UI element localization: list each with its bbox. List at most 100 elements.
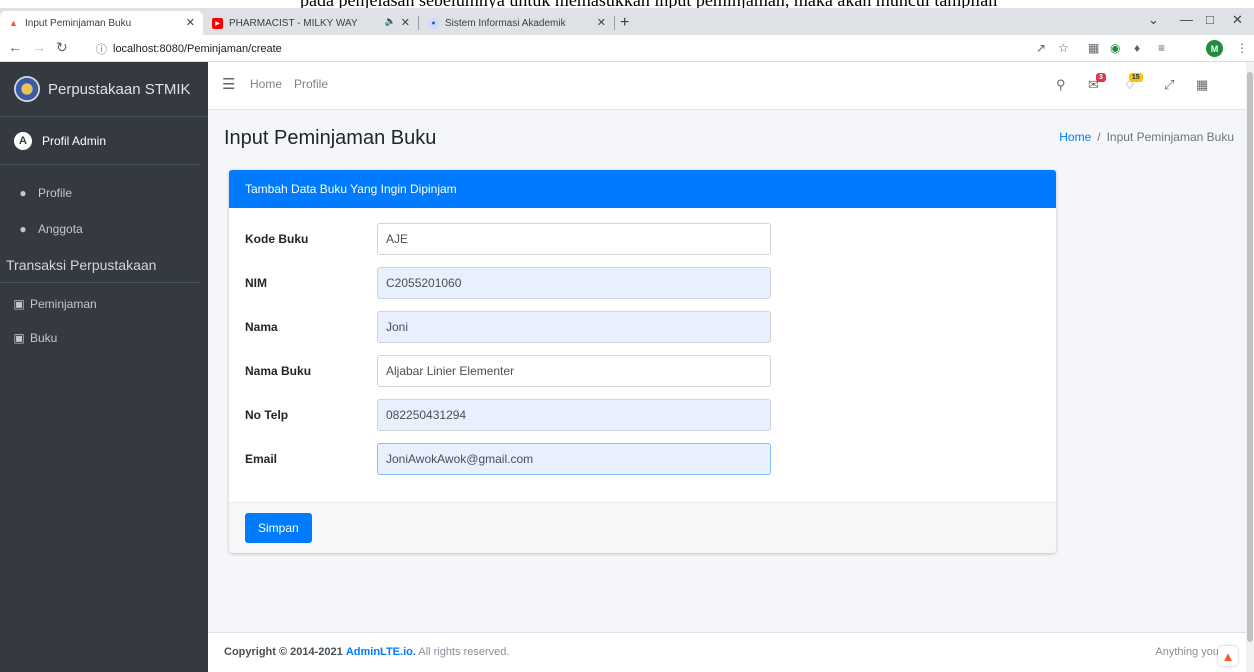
- fullscreen-icon[interactable]: ⤢: [1164, 77, 1174, 93]
- document-overlap-text: pada penjelasan sebelumnya untuk memasuk…: [300, 0, 997, 8]
- tab-pharmacist[interactable]: ▶ PHARMACIST - MILKY WAY 🔈 ✕: [204, 11, 418, 35]
- back-icon[interactable]: ←: [8, 39, 22, 55]
- tab-title: Input Peminjaman Buku: [25, 17, 132, 29]
- tab-separator: [614, 16, 615, 30]
- sidebar-item-profile[interactable]: ● Profile: [0, 175, 208, 211]
- breadcrumb: Home / Input Peminjaman Buku: [1059, 130, 1234, 144]
- copyright-prefix: Copyright © 2014-2021: [224, 646, 343, 658]
- form-group-kode-buku: Kode Buku: [245, 223, 775, 255]
- sidebar-item-label: Profile: [38, 186, 73, 200]
- minimize-icon[interactable]: —: [1180, 12, 1193, 27]
- maximize-icon[interactable]: □: [1206, 12, 1214, 27]
- nama-input[interactable]: [377, 311, 771, 343]
- simpan-button[interactable]: Simpan: [245, 513, 312, 543]
- youtube-icon: ▶: [212, 17, 223, 29]
- user-icon: ●: [19, 222, 27, 236]
- close-icon[interactable]: ✕: [597, 16, 606, 29]
- user-name: Profil Admin: [42, 133, 107, 148]
- user-panel[interactable]: A Profil Admin: [0, 117, 200, 165]
- reading-list-icon[interactable]: ≡: [1158, 41, 1165, 55]
- search-icon[interactable]: ⚲: [1056, 77, 1066, 93]
- notifications-badge: 15: [1128, 73, 1143, 82]
- form-group-nim: NIM: [245, 267, 775, 299]
- sidebar: Perpustakaan STMIK A Profil Admin ● Prof…: [0, 62, 208, 672]
- scrollbar-thumb[interactable]: [1247, 72, 1253, 642]
- close-icon[interactable]: ✕: [186, 16, 195, 29]
- nav-link-profile[interactable]: Profile: [294, 77, 328, 91]
- info-icon[interactable]: ⓘ: [96, 41, 107, 57]
- sidebar-item-buku[interactable]: ▣ Buku: [0, 321, 208, 355]
- document-overlap-strip: pada penjelasan sebelumnya untuk memasuk…: [0, 0, 1254, 8]
- sidebar-nav: ● Profile ● Anggota Transaksi Perpustaka…: [0, 165, 208, 355]
- book-icon: ▣: [13, 297, 25, 311]
- window-close-icon[interactable]: ✕: [1232, 12, 1243, 28]
- close-icon[interactable]: ✕: [401, 16, 410, 29]
- field-label: Email: [245, 452, 278, 466]
- tab-input-peminjaman[interactable]: ▲ Input Peminjaman Buku ✕: [0, 11, 203, 35]
- email-input[interactable]: [377, 443, 771, 475]
- kode-buku-input[interactable]: [377, 223, 771, 255]
- nim-input[interactable]: [377, 267, 771, 299]
- user-icon: ●: [19, 186, 27, 200]
- card-footer: Simpan: [229, 502, 1056, 553]
- page-title: Input Peminjaman Buku: [224, 127, 437, 149]
- tab-separator: [418, 16, 419, 30]
- flame-icon: ▲: [9, 18, 18, 28]
- brand-logo: [14, 76, 40, 102]
- breadcrumb-current: Input Peminjaman Buku: [1106, 130, 1234, 144]
- page-scrollbar[interactable]: [1246, 62, 1254, 672]
- book-icon: ▣: [13, 331, 25, 345]
- chevron-down-icon[interactable]: ⌄: [1148, 12, 1159, 28]
- speaker-icon[interactable]: 🔈: [385, 16, 396, 27]
- hamburger-menu-icon[interactable]: ☰: [222, 75, 235, 93]
- field-label: No Telp: [245, 408, 289, 422]
- grid-icon[interactable]: ▦: [1196, 77, 1208, 93]
- form-group-nama-buku: Nama Buku: [245, 355, 775, 387]
- extension-globe-icon[interactable]: ◉: [1110, 41, 1120, 55]
- bell-icon[interactable]: ♢ 15: [1124, 73, 1143, 93]
- url-text: localhost:8080/Peminjaman/create: [113, 42, 282, 55]
- share-icon[interactable]: ↗: [1036, 41, 1046, 55]
- form-group-no-telp: No Telp: [245, 399, 775, 431]
- nav-link-home[interactable]: Home: [250, 77, 282, 91]
- user-avatar-icon: A: [14, 131, 32, 150]
- sidebar-item-label: Peminjaman: [30, 297, 97, 311]
- url-field[interactable]: ⓘ localhost:8080/Peminjaman/create: [96, 38, 1016, 59]
- card-title: Tambah Data Buku Yang Ingin Dipinjam: [229, 170, 1056, 208]
- profile-avatar[interactable]: M: [1206, 40, 1223, 57]
- address-bar: ← → ↻ ⓘ localhost:8080/Peminjaman/create…: [0, 35, 1254, 62]
- reload-icon[interactable]: ↻: [56, 39, 68, 56]
- flame-icon[interactable]: ▲: [1218, 646, 1238, 666]
- messages-icon[interactable]: ✉ 3: [1088, 73, 1106, 93]
- form-group-nama: Nama: [245, 311, 775, 343]
- adminlte-link[interactable]: AdminLTE.io.: [346, 646, 416, 658]
- sidebar-section-header: Transaksi Perpustakaan: [0, 247, 200, 283]
- form-group-email: Email: [245, 443, 775, 475]
- puzzle-icon[interactable]: ♦: [1134, 41, 1140, 55]
- tab-title: Sistem Informasi Akademik: [445, 17, 566, 29]
- card-body: Kode Buku NIM Nama Nama Buku No Telp Ema…: [229, 208, 1056, 502]
- nama-buku-input[interactable]: [377, 355, 771, 387]
- field-label: Nama Buku: [245, 364, 312, 378]
- menu-dots-icon[interactable]: ⋮: [1236, 41, 1248, 55]
- main-footer: Copyright © 2014-2021 AdminLTE.io. All r…: [208, 632, 1246, 672]
- field-label: Nama: [245, 320, 278, 334]
- sidebar-item-label: Buku: [30, 331, 58, 345]
- copyright-suffix: All rights reserved.: [418, 646, 510, 658]
- extension-icon[interactable]: ▦: [1088, 41, 1099, 55]
- brand-link[interactable]: Perpustakaan STMIK: [0, 62, 208, 117]
- breadcrumb-home-link[interactable]: Home: [1059, 130, 1091, 144]
- sidebar-item-label: Anggota: [38, 222, 83, 236]
- copyright-text: Copyright © 2014-2021 AdminLTE.io. All r…: [224, 646, 509, 658]
- field-label: NIM: [245, 276, 267, 290]
- star-icon[interactable]: ☆: [1058, 41, 1069, 55]
- top-navbar: ☰ Home Profile ⚲ ✉ 3 ♢ 15 ⤢ ▦: [208, 62, 1246, 110]
- breadcrumb-separator: /: [1097, 130, 1101, 144]
- forward-icon[interactable]: →: [32, 39, 46, 55]
- tab-sistem-informasi[interactable]: ● Sistem Informasi Akademik ✕: [420, 11, 614, 35]
- sidebar-item-peminjaman[interactable]: ▣ Peminjaman: [0, 287, 208, 321]
- field-label: Kode Buku: [245, 232, 309, 246]
- no-telp-input[interactable]: [377, 399, 771, 431]
- new-tab-icon[interactable]: +: [620, 14, 629, 32]
- sidebar-item-anggota[interactable]: ● Anggota: [0, 211, 208, 247]
